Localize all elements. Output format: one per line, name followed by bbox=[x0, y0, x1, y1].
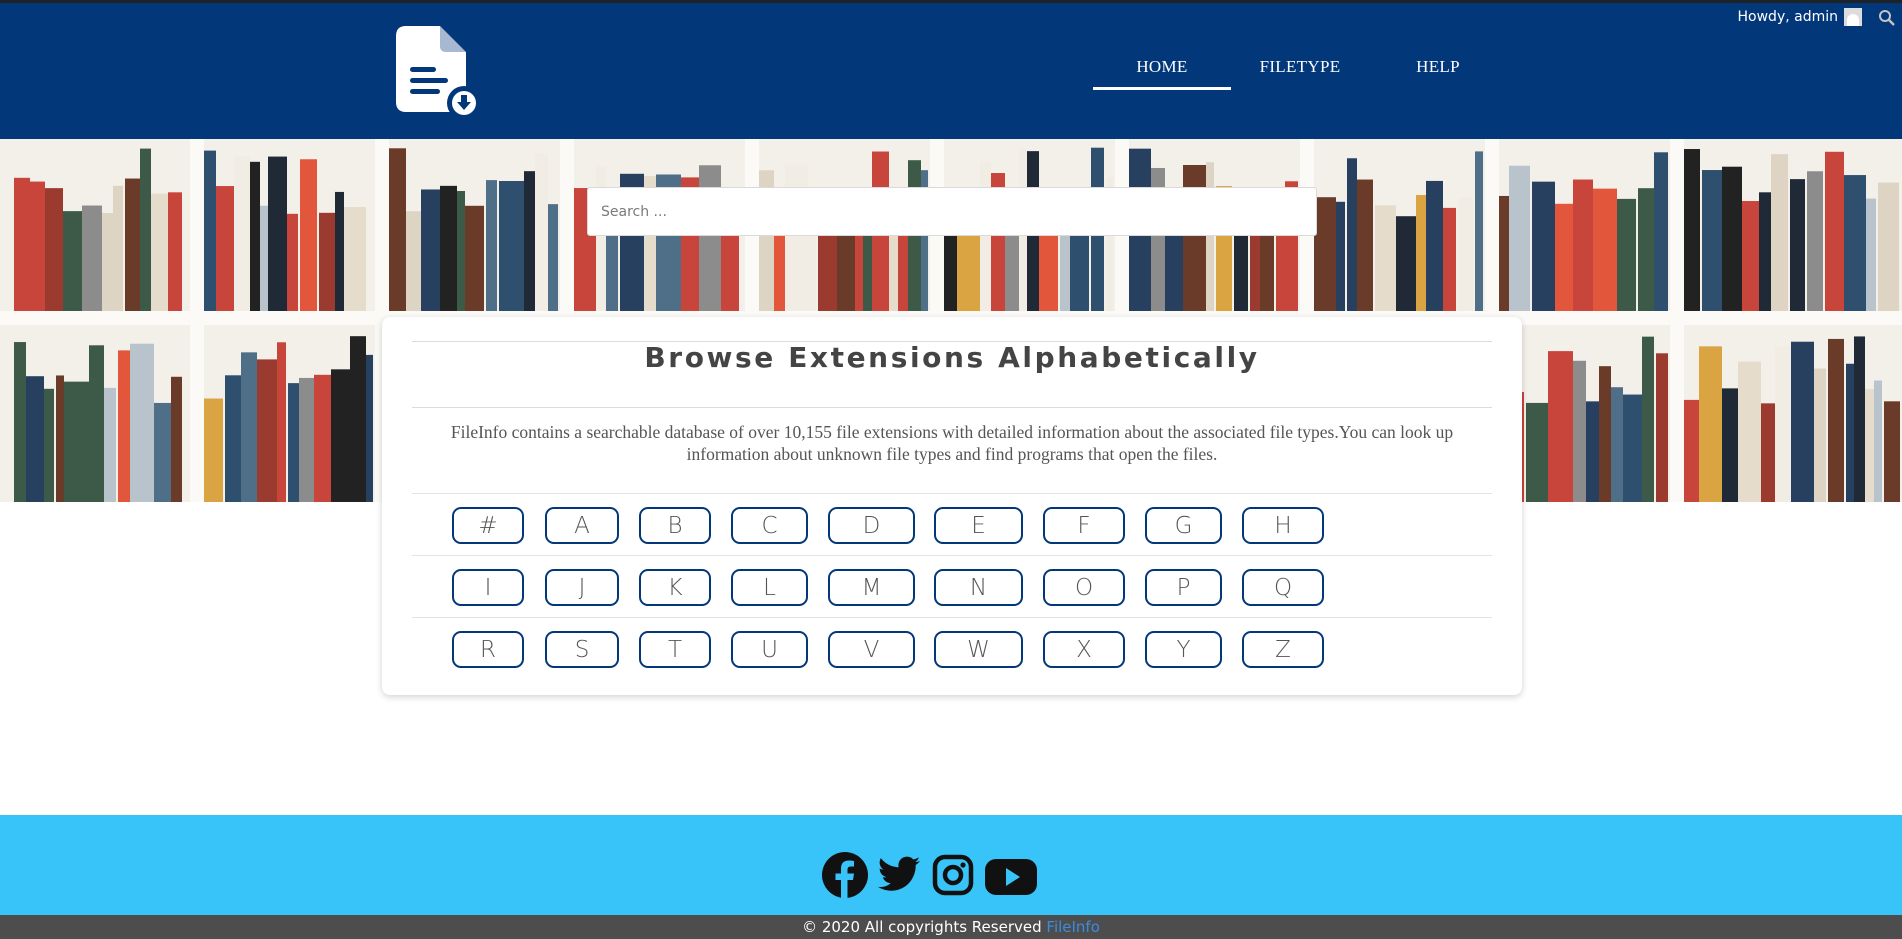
nav-help[interactable]: HELP bbox=[1369, 57, 1507, 90]
search-icon[interactable] bbox=[1878, 9, 1896, 27]
letter-button-q[interactable]: Q bbox=[1242, 569, 1324, 606]
letter-button-z[interactable]: Z bbox=[1242, 631, 1324, 668]
letter-button-w[interactable]: W bbox=[934, 631, 1023, 668]
letter-button-m[interactable]: M bbox=[828, 569, 915, 606]
divider bbox=[412, 407, 1492, 408]
letter-button-a[interactable]: A bbox=[545, 507, 619, 544]
letter-button-l[interactable]: L bbox=[731, 569, 808, 606]
browse-description: FileInfo contains a searchable database … bbox=[450, 422, 1454, 464]
letter-button-u[interactable]: U bbox=[731, 631, 808, 668]
site-header: HOME FILETYPE HELP bbox=[0, 3, 1902, 139]
letter-button-t[interactable]: T bbox=[639, 631, 711, 668]
letter-button-i[interactable]: I bbox=[452, 569, 524, 606]
browse-card: Browse Extensions Alphabetically FileInf… bbox=[382, 317, 1522, 695]
letter-button-n[interactable]: N bbox=[934, 569, 1023, 606]
letter-button-r[interactable]: R bbox=[452, 631, 524, 668]
letter-button-s[interactable]: S bbox=[545, 631, 619, 668]
letter-button-d[interactable]: D bbox=[828, 507, 915, 544]
nav-filetype[interactable]: FILETYPE bbox=[1231, 57, 1369, 90]
letter-button-y[interactable]: Y bbox=[1145, 631, 1222, 668]
howdy-label: Howdy, admin bbox=[1737, 9, 1838, 25]
letter-button-v[interactable]: V bbox=[828, 631, 915, 668]
twitter-icon[interactable] bbox=[876, 852, 922, 898]
letter-button-g[interactable]: G bbox=[1145, 507, 1222, 544]
letter-button-e[interactable]: E bbox=[934, 507, 1023, 544]
letter-button-hash[interactable]: # bbox=[452, 507, 524, 544]
copyright-bar: © 2020 All copyrights Reserved FileInfo bbox=[0, 915, 1902, 939]
letter-button-x[interactable]: X bbox=[1043, 631, 1125, 668]
main-nav: HOME FILETYPE HELP bbox=[1093, 57, 1507, 90]
avatar bbox=[1844, 8, 1862, 26]
browse-title: Browse Extensions Alphabetically bbox=[644, 341, 1260, 374]
letter-button-j[interactable]: J bbox=[545, 569, 619, 606]
brand-link[interactable]: FileInfo bbox=[1046, 918, 1100, 936]
account-menu[interactable]: Howdy, admin bbox=[1738, 8, 1862, 26]
facebook-icon[interactable] bbox=[822, 852, 868, 898]
letter-button-o[interactable]: O bbox=[1043, 569, 1125, 606]
instagram-icon[interactable] bbox=[930, 852, 976, 898]
letter-row: # A B C D E F G H bbox=[412, 493, 1492, 555]
letter-row: IJKLMNOPQ bbox=[412, 555, 1492, 617]
social-bar bbox=[0, 815, 1902, 915]
file-download-icon[interactable] bbox=[396, 26, 482, 120]
nav-home[interactable]: HOME bbox=[1093, 57, 1231, 90]
letter-button-p[interactable]: P bbox=[1145, 569, 1222, 606]
letter-button-f[interactable]: F bbox=[1043, 507, 1125, 544]
letter-button-c[interactable]: C bbox=[731, 507, 808, 544]
letter-row: RSTUVWXYZ bbox=[412, 617, 1492, 679]
copyright-text: © 2020 All copyrights Reserved bbox=[802, 918, 1042, 936]
search-input[interactable] bbox=[587, 187, 1317, 236]
letter-button-h[interactable]: H bbox=[1242, 507, 1324, 544]
letter-button-b[interactable]: B bbox=[639, 507, 711, 544]
youtube-icon[interactable] bbox=[984, 852, 1037, 898]
letter-button-k[interactable]: K bbox=[639, 569, 711, 606]
letter-grid: # A B C D E F G H I J K L M N O P Q R S T U V W X Y Z bbox=[412, 493, 1492, 679]
